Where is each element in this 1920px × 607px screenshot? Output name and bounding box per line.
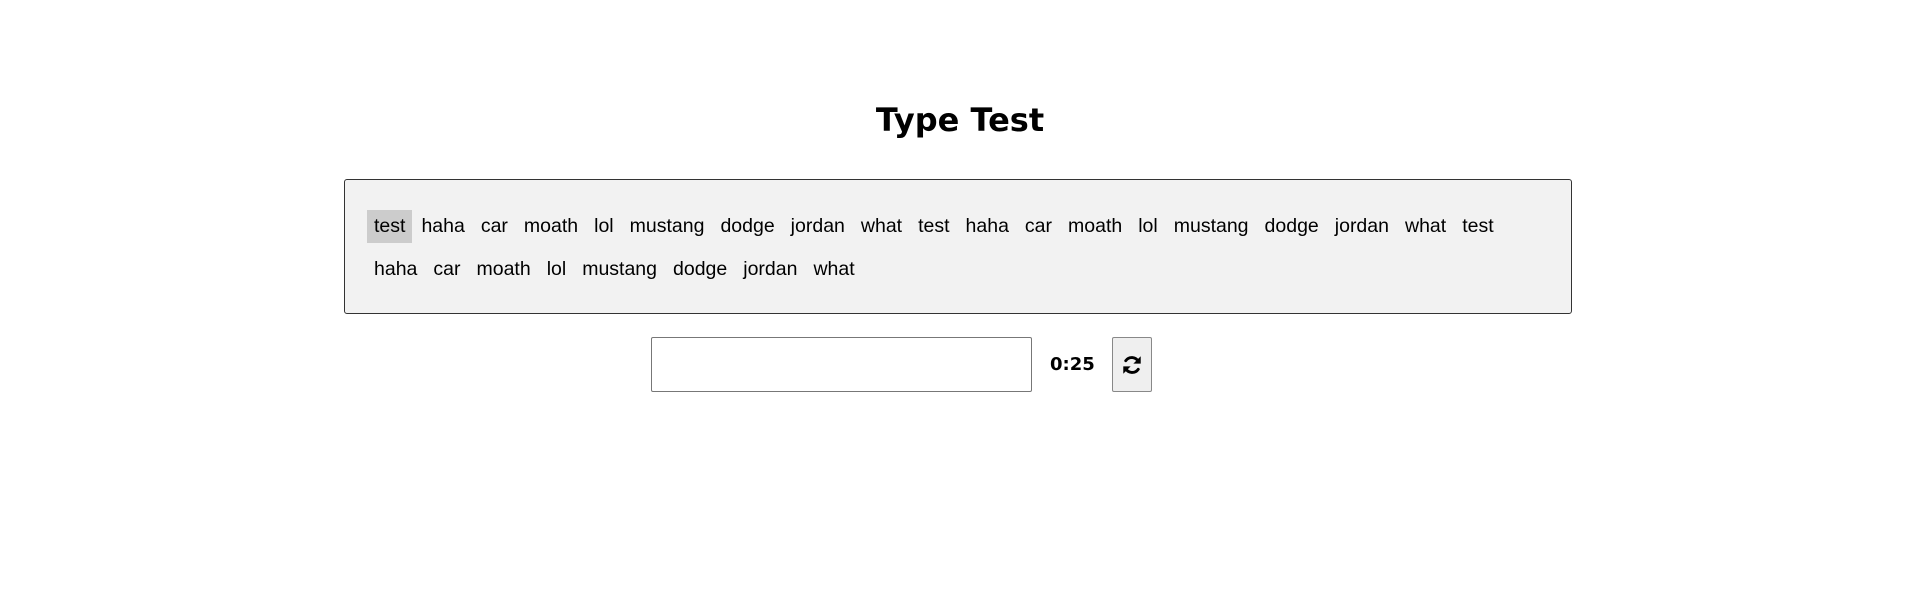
current-word: test: [367, 210, 413, 243]
typing-input[interactable]: [651, 337, 1032, 392]
word: test: [918, 215, 950, 237]
word: jordan: [1334, 215, 1389, 237]
word: lol: [594, 215, 614, 237]
word: mustang: [629, 215, 705, 237]
word: dodge: [673, 258, 728, 280]
word: jordan: [790, 215, 845, 237]
word: mustang: [582, 258, 657, 280]
word: what: [1404, 215, 1447, 237]
word: what: [813, 258, 855, 280]
word: dodge: [1264, 215, 1319, 237]
refresh-button[interactable]: [1112, 337, 1152, 392]
word: test: [1462, 215, 1494, 237]
word: car: [1024, 215, 1053, 237]
word: lol: [1138, 215, 1158, 237]
word: moath: [476, 258, 531, 280]
word: moath: [1068, 215, 1123, 237]
word: lol: [546, 258, 567, 280]
word: haha: [421, 215, 465, 237]
words-display: test haha car moath lol mustang dodge jordan wha…: [344, 179, 1572, 314]
word: jordan: [743, 258, 798, 280]
word: car: [480, 215, 508, 237]
timer: 0:25: [1050, 354, 1095, 375]
word: moath: [523, 215, 579, 237]
word: dodge: [720, 215, 775, 237]
word: mustang: [1173, 215, 1249, 237]
word: haha: [374, 258, 418, 280]
word-list: test haha car moath lol mustang dodge jordan wha…: [367, 210, 1507, 296]
word: what: [860, 215, 903, 237]
word: car: [433, 258, 461, 280]
refresh-icon: [1123, 355, 1141, 374]
word: haha: [965, 215, 1009, 237]
page-title: Type Test: [875, 101, 1045, 139]
